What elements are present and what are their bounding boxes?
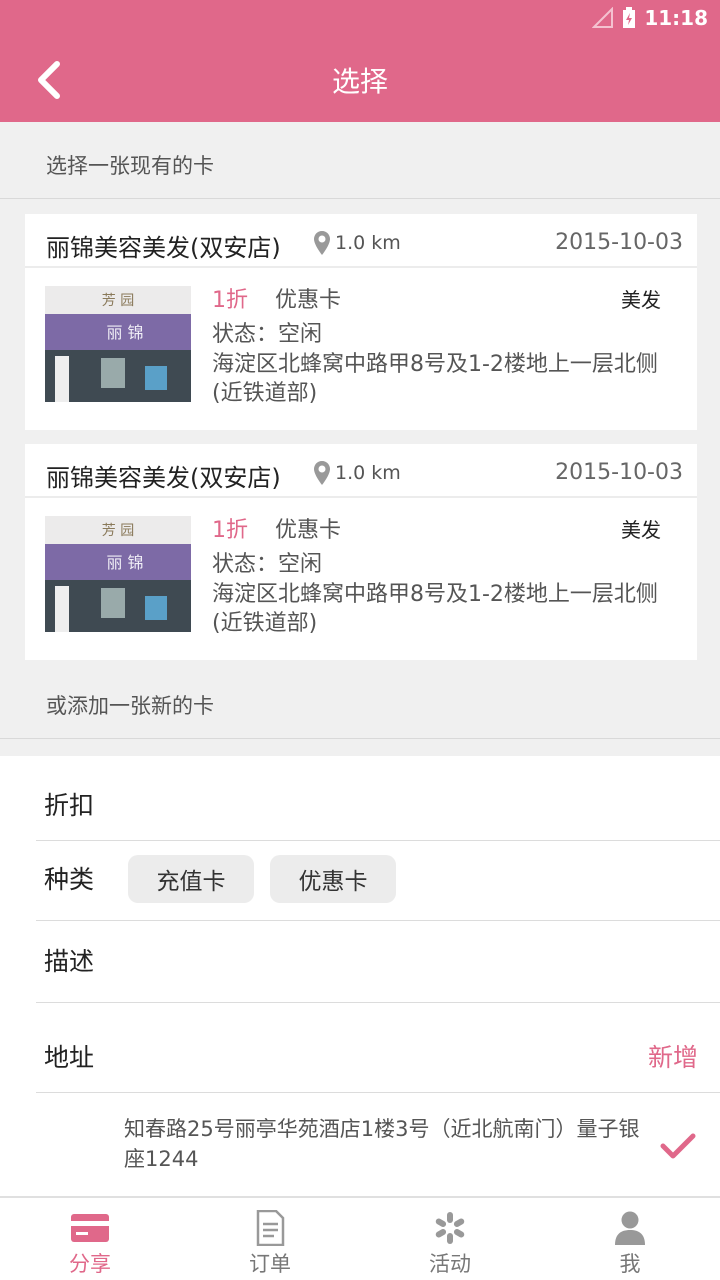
card-status: 状态：空闲 xyxy=(212,552,323,577)
check-icon xyxy=(660,1133,696,1159)
page-title: 选择 xyxy=(331,65,388,98)
thumb-sign-top: 芳 园 xyxy=(102,522,134,539)
card-item[interactable]: 丽锦美容美发(双安店) 1.0 km 2015-10-03 芳 园 丽 锦 1折… xyxy=(25,214,697,430)
store-name: 丽锦美容美发(双安店) xyxy=(46,464,281,492)
card-item[interactable]: 丽锦美容美发(双安店) 1.0 km 2015-10-03 芳 园 丽 锦 1折… xyxy=(25,444,697,660)
thumb-sign-top: 芳 园 xyxy=(102,292,134,309)
card-date: 2015-10-03 xyxy=(555,230,683,255)
form-divider xyxy=(36,1092,720,1093)
store-thumbnail: 芳 园 丽 锦 xyxy=(45,286,191,402)
tab-activities[interactable]: 活动 xyxy=(360,1198,540,1280)
distance-value: 1.0 km xyxy=(335,232,401,254)
discount-field-label: 折扣 xyxy=(44,791,95,820)
thumb-sign-main: 丽 锦 xyxy=(106,553,143,572)
discount: 1折 xyxy=(212,518,248,543)
existing-cards-label: 选择一张现有的卡 xyxy=(46,154,214,178)
distance: 1.0 km xyxy=(313,230,401,256)
form-divider xyxy=(36,920,720,921)
battery-icon xyxy=(623,7,636,28)
status-time: 11:18 xyxy=(644,6,708,30)
signal-icon xyxy=(592,7,614,28)
tab-orders[interactable]: 订单 xyxy=(180,1198,360,1280)
tab-share[interactable]: 分享 xyxy=(0,1198,180,1280)
bottom-tab-bar: 分享 订单 活动 我 xyxy=(0,1196,720,1280)
form-divider xyxy=(36,1002,720,1003)
type-option-coupon[interactable]: 优惠卡 xyxy=(270,855,396,903)
category: 美发 xyxy=(621,518,661,542)
saved-address[interactable]: 知春路25号丽亭华苑酒店1楼3号（近北航南门）量子银座1244 xyxy=(124,1114,644,1174)
card-type: 优惠卡 xyxy=(275,288,342,313)
status-bar: 11:18 xyxy=(0,0,720,38)
type-field-label: 种类 xyxy=(44,865,95,894)
category: 美发 xyxy=(621,288,661,312)
tab-label: 我 xyxy=(619,1252,641,1276)
card-address: 海淀区北蜂窝中路甲8号及1-2楼地上一层北侧(近铁道部) xyxy=(212,352,658,406)
card-header: 丽锦美容美发(双安店) 1.0 km 2015-10-03 xyxy=(25,214,697,268)
status-icons: 11:18 xyxy=(592,6,708,30)
person-icon xyxy=(615,1211,645,1245)
distance-value: 1.0 km xyxy=(335,462,401,484)
card-header: 丽锦美容美发(双安店) 1.0 km 2015-10-03 xyxy=(25,444,697,498)
add-address-button[interactable]: 新增 xyxy=(648,1038,698,1074)
store-thumbnail: 芳 园 丽 锦 xyxy=(45,516,191,632)
tab-label: 分享 xyxy=(69,1252,111,1276)
type-option-recharge[interactable]: 充值卡 xyxy=(128,855,254,903)
tab-me[interactable]: 我 xyxy=(540,1198,720,1280)
card-status: 状态：空闲 xyxy=(212,322,323,347)
tab-label: 订单 xyxy=(249,1252,291,1276)
location-pin-icon xyxy=(314,231,330,255)
discount: 1折 xyxy=(212,288,248,313)
section-divider xyxy=(0,738,720,739)
form-divider xyxy=(36,840,720,841)
title-bar: 选择 xyxy=(0,38,720,122)
location-pin-icon xyxy=(314,461,330,485)
address-field-label: 地址 xyxy=(44,1043,95,1072)
card-date: 2015-10-03 xyxy=(555,460,683,485)
card-icon xyxy=(71,1214,109,1242)
card-address: 海淀区北蜂窝中路甲8号及1-2楼地上一层北侧(近铁道部) xyxy=(212,582,658,636)
card-type: 优惠卡 xyxy=(275,518,342,543)
tab-label: 活动 xyxy=(429,1252,471,1276)
new-card-label: 或添加一张新的卡 xyxy=(46,694,214,718)
document-icon xyxy=(256,1210,285,1246)
sparkle-icon xyxy=(435,1212,465,1244)
store-name: 丽锦美容美发(双安店) xyxy=(46,234,281,262)
section-divider xyxy=(0,198,720,199)
new-card-form: 折扣 种类 充值卡 优惠卡 描述 地址 新增 知春路25号丽亭华苑酒店1楼3号（… xyxy=(0,756,720,1196)
distance: 1.0 km xyxy=(313,460,401,486)
thumb-sign-main: 丽 锦 xyxy=(106,323,143,342)
description-field-label: 描述 xyxy=(44,947,95,976)
